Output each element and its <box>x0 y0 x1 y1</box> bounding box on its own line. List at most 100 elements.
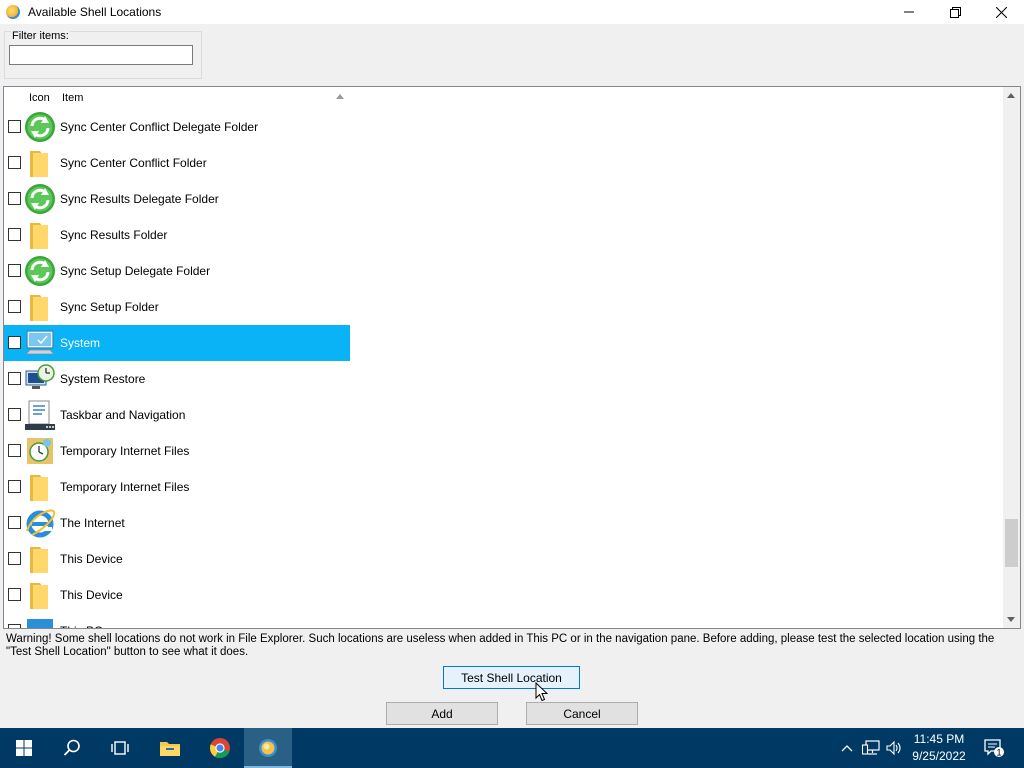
show-hidden-icons-button[interactable] <box>838 728 856 768</box>
clock[interactable]: 11:45 PM 9/25/2022 <box>900 731 978 765</box>
minimize-button[interactable] <box>886 0 932 24</box>
item-checkbox[interactable] <box>8 264 21 277</box>
item-label: Temporary Internet Files <box>60 480 190 494</box>
sync-icon <box>24 111 56 143</box>
item-checkbox[interactable] <box>8 588 21 601</box>
item-label: Temporary Internet Files <box>60 444 190 458</box>
close-button[interactable] <box>978 0 1024 24</box>
task-view-button[interactable] <box>96 728 144 768</box>
item-label: Sync Results Delegate Folder <box>60 192 219 206</box>
action-center-button[interactable]: 1 <box>980 728 1008 768</box>
search-button[interactable] <box>48 728 96 768</box>
file-explorer-button[interactable] <box>146 728 194 768</box>
vertical-scrollbar[interactable] <box>1003 87 1020 628</box>
list-item[interactable]: Sync Results Folder <box>4 217 1004 253</box>
list-item[interactable]: Taskbar and Navigation <box>4 397 1004 433</box>
item-checkbox[interactable] <box>8 156 21 169</box>
folder-icon <box>24 579 56 611</box>
network-button[interactable] <box>860 728 882 768</box>
list-item[interactable]: This Device <box>4 541 1004 577</box>
item-checkbox[interactable] <box>8 480 21 493</box>
item-checkbox[interactable] <box>8 300 21 313</box>
internet-explorer-icon <box>24 507 56 539</box>
sync-icon <box>24 183 56 215</box>
list-item[interactable]: System <box>4 325 1004 361</box>
filter-input[interactable] <box>9 45 193 65</box>
search-icon <box>63 739 80 756</box>
item-checkbox[interactable] <box>8 336 21 349</box>
app-icon <box>6 5 20 19</box>
item-label: The Internet <box>60 516 125 530</box>
scroll-up-icon[interactable] <box>1007 93 1015 98</box>
list-item[interactable]: Sync Center Conflict Delegate Folder <box>4 109 1004 145</box>
folder-icon <box>24 291 56 323</box>
chevron-up-icon <box>841 745 853 752</box>
restore-icon <box>949 6 961 18</box>
list-item[interactable]: This PC <box>4 613 1004 628</box>
start-button[interactable] <box>0 728 48 768</box>
list-item[interactable]: Temporary Internet Files <box>4 469 1004 505</box>
item-checkbox[interactable] <box>8 408 21 421</box>
restore-button[interactable] <box>932 0 978 24</box>
window-title: Available Shell Locations <box>28 5 162 19</box>
shell-locations-list[interactable]: Icon Item Sync Center Conflict Delegate … <box>3 86 1021 629</box>
chrome-icon <box>210 738 230 759</box>
cancel-button[interactable]: Cancel <box>526 702 638 725</box>
item-checkbox[interactable] <box>8 444 21 457</box>
clock-time: 11:45 PM <box>913 732 965 746</box>
list-item[interactable]: Temporary Internet Files <box>4 433 1004 469</box>
item-label: Taskbar and Navigation <box>60 408 186 422</box>
notification-icon: 1 <box>984 739 1004 758</box>
item-checkbox[interactable] <box>8 516 21 529</box>
column-header-item[interactable]: Item <box>62 92 83 104</box>
file-explorer-icon <box>160 742 180 756</box>
filter-label: Filter items: <box>11 30 70 42</box>
item-checkbox[interactable] <box>8 192 21 205</box>
close-icon <box>995 6 1007 18</box>
list-item[interactable]: Sync Setup Folder <box>4 289 1004 325</box>
item-label: Sync Results Folder <box>60 228 168 242</box>
item-checkbox[interactable] <box>8 552 21 565</box>
item-label: System <box>60 336 101 350</box>
sort-ascending-icon <box>336 94 344 99</box>
item-label: Sync Setup Delegate Folder <box>60 264 211 278</box>
scroll-down-icon[interactable] <box>1007 617 1015 622</box>
start-icon <box>16 740 32 756</box>
test-shell-location-button[interactable]: Test Shell Location <box>443 666 580 689</box>
task-view-icon <box>111 741 129 755</box>
system-restore-icon <box>24 363 56 395</box>
list-item[interactable]: This Device <box>4 577 1004 613</box>
item-checkbox[interactable] <box>8 228 21 241</box>
computer-icon <box>24 327 56 359</box>
item-label: System Restore <box>60 372 146 386</box>
list-header: Icon Item <box>4 87 350 109</box>
list-item[interactable]: Sync Results Delegate Folder <box>4 181 1004 217</box>
chrome-button[interactable] <box>196 728 244 768</box>
scroll-thumb[interactable] <box>1005 519 1018 567</box>
temp-internet-files-icon <box>24 435 56 467</box>
item-label: Sync Center Conflict Folder <box>60 156 207 170</box>
winaero-tweaker-icon <box>259 739 277 757</box>
minimize-icon <box>904 11 914 13</box>
item-checkbox[interactable] <box>8 372 21 385</box>
item-label: This PC <box>60 624 103 628</box>
item-checkbox[interactable] <box>8 120 21 133</box>
sync-icon <box>24 255 56 287</box>
list-item[interactable]: Sync Setup Delegate Folder <box>4 253 1004 289</box>
list-item[interactable]: System Restore <box>4 361 1004 397</box>
winaero-tweaker-button[interactable] <box>244 728 292 768</box>
item-label: This Device <box>60 552 123 566</box>
item-checkbox[interactable] <box>8 624 21 628</box>
clock-date: 9/25/2022 <box>912 749 966 763</box>
list-item[interactable]: Sync Center Conflict Folder <box>4 145 1004 181</box>
list-item[interactable]: The Internet <box>4 505 1004 541</box>
column-header-icon[interactable]: Icon <box>29 92 50 104</box>
add-button[interactable]: Add <box>386 702 498 725</box>
this-pc-icon <box>24 615 56 628</box>
folder-icon <box>24 471 56 503</box>
folder-icon <box>24 219 56 251</box>
taskbar-settings-icon <box>24 399 56 431</box>
item-label: This Device <box>60 588 123 602</box>
list-rows: Sync Center Conflict Delegate Folder Sync… <box>4 109 1004 628</box>
folder-icon <box>24 543 56 575</box>
